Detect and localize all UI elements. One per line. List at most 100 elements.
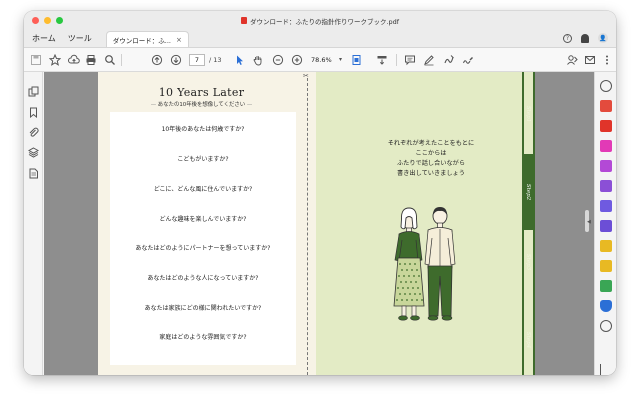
sign-icon[interactable] (462, 54, 474, 66)
document-tab[interactable]: ダウンロード：ふ... × (105, 31, 189, 47)
pdf-file-icon (240, 17, 247, 24)
window-title-text: ダウンロード：ふたりの指針作りワークブック.pdf (249, 17, 400, 26)
toolbar-divider (121, 54, 122, 66)
bookmark-star-icon[interactable] (49, 54, 61, 66)
subtitle-dash-right: — (245, 102, 253, 108)
bookmarks-icon[interactable] (28, 103, 39, 119)
step-tab[interactable]: Step1 (522, 102, 535, 126)
combine-files-icon[interactable] (600, 160, 612, 172)
question-item: こどもがいますか? (177, 156, 229, 163)
zoom-window-button[interactable] (56, 17, 63, 24)
couple-illustration (393, 207, 456, 321)
instruction-line: 書き出していきましょう (397, 170, 465, 177)
more-options-icon[interactable] (601, 54, 613, 66)
search-icon[interactable] (104, 54, 116, 66)
subtitle-dash-left: — (150, 102, 158, 108)
chevron-down-icon[interactable]: ▾ (339, 56, 342, 63)
share-user-icon[interactable] (566, 54, 578, 66)
step-tab-label: Step2 (525, 183, 532, 201)
collapse-tools-icon[interactable] (600, 364, 612, 375)
window-title: ダウンロード：ふたりの指針作りワークブック.pdf (240, 16, 400, 26)
window-controls (32, 17, 63, 24)
protect-icon[interactable] (600, 300, 612, 312)
minimize-window-button[interactable] (44, 17, 51, 24)
worksheet-subtitle: — あなたの10年後を想像してください — (98, 100, 305, 108)
help-icon[interactable]: ? (563, 33, 572, 43)
step-tab-label: Step1 (525, 105, 532, 123)
comment-tool-icon[interactable] (600, 260, 612, 272)
left-navigation-rail (24, 72, 43, 375)
comment-icon[interactable] (404, 54, 416, 66)
tools-tab[interactable]: ツール (68, 33, 92, 44)
scroll-mode-icon[interactable] (376, 54, 388, 66)
home-tab[interactable]: ホーム (32, 33, 56, 44)
app-window: ダウンロード：ふたりの指針作りワークブック.pdf ホーム ツール ダウンロード… (24, 11, 616, 375)
page-number-input[interactable]: 7 (189, 54, 205, 66)
create-pdf-icon[interactable] (600, 120, 612, 132)
toolbar-divider (396, 54, 397, 66)
question-item: あなたはどのような人になっていますか? (147, 275, 259, 282)
page-fit-icon[interactable] (351, 54, 363, 66)
worksheet-panel: 10 Years Later — あなたの10年後を想像してください — 10年… (98, 72, 316, 375)
account-avatar[interactable]: 👤 (598, 33, 608, 43)
page-total-label: / 13 (209, 56, 222, 64)
layers-icon[interactable] (27, 143, 40, 158)
question-item: どこに、どんな風に住んでいますか? (153, 186, 253, 193)
pdf-spread: 10 Years Later — あなたの10年後を想像してください — 10年… (98, 72, 535, 375)
tab-bar: ホーム ツール ダウンロード：ふ... × ? 👤 (24, 30, 616, 48)
thumbnails-icon[interactable] (28, 82, 39, 97)
export-pdf-icon[interactable] (600, 100, 612, 112)
right-tools-rail (594, 72, 616, 375)
search-tool-icon[interactable] (600, 80, 612, 92)
title-bar: ダウンロード：ふたりの指針作りワークブック.pdf (24, 11, 616, 30)
document-canvas[interactable]: 10 Years Later — あなたの10年後を想像してください — 10年… (44, 72, 594, 375)
step-tab-label: Step3 (525, 253, 532, 271)
worksheet-title: 10 Years Later (158, 86, 245, 99)
step-tab-active[interactable]: Step2 (522, 154, 535, 230)
zoom-out-icon[interactable] (272, 54, 284, 66)
notification-bell-icon[interactable] (581, 33, 589, 43)
document-properties-icon[interactable] (28, 164, 39, 179)
request-signature-icon[interactable] (600, 220, 612, 232)
instruction-line: ふたりで話し合いながら (396, 160, 466, 167)
close-window-button[interactable] (32, 17, 39, 24)
pen-icon[interactable] (423, 54, 435, 66)
illustration-panel: それぞれが考えたことをもとに ここからは ふたりで話し合いながら 書き出していき… (316, 72, 535, 375)
save-icon[interactable] (30, 54, 42, 66)
tabbar-actions: ? 👤 (563, 33, 608, 43)
instruction-line: それぞれが考えたことをもとに (387, 140, 475, 147)
close-tab-icon[interactable]: × (176, 36, 182, 44)
step-tab[interactable]: Step3 (522, 250, 535, 274)
step-tab[interactable]: Step4 (522, 328, 535, 352)
zoom-in-icon[interactable] (291, 54, 303, 66)
question-item: 家庭はどのような雰囲気ですか? (159, 334, 247, 341)
hand-tool-icon[interactable] (252, 54, 264, 66)
select-cursor-icon[interactable] (234, 54, 246, 66)
cut-line (307, 78, 308, 375)
organize-pages-icon[interactable] (600, 140, 612, 152)
worksheet-subtitle-text: あなたの10年後を想像してください (157, 102, 246, 108)
question-item: あなたはどのようにパートナーを想っていますか? (135, 245, 271, 252)
question-item: 10年後のあなたは何歳ですか? (161, 126, 245, 133)
edit-pdf-icon[interactable] (600, 200, 612, 212)
question-list: 10年後のあなたは何歳ですか? こどもがいますか? どこに、どんな風に住んでいま… (110, 112, 296, 365)
email-icon[interactable] (584, 54, 596, 66)
print-icon[interactable] (85, 54, 97, 66)
instruction-line: ここからは (415, 150, 447, 157)
main-toolbar: 7 / 13 78.6% ▾ (24, 48, 616, 72)
print-production-icon[interactable] (600, 280, 612, 292)
cloud-upload-icon[interactable] (68, 54, 80, 66)
document-tab-label: ダウンロード：ふ... (112, 36, 171, 45)
next-page-icon[interactable] (170, 54, 182, 66)
question-item: あなたは家族にどの様に関われたいですか? (144, 305, 262, 312)
scan-ocr-icon[interactable] (600, 240, 612, 252)
step-tab-label: Step4 (525, 331, 532, 349)
draw-icon[interactable] (443, 54, 455, 66)
collapse-right-panel-icon[interactable]: ◀ (587, 219, 591, 225)
previous-page-icon[interactable] (151, 54, 163, 66)
more-tools-icon[interactable] (600, 320, 612, 332)
fill-sign-icon[interactable] (600, 180, 612, 192)
scissors-icon: ✂ (303, 72, 309, 80)
question-item: どんな趣味を楽しんでいますか? (159, 216, 247, 223)
attachments-icon[interactable] (28, 123, 39, 137)
